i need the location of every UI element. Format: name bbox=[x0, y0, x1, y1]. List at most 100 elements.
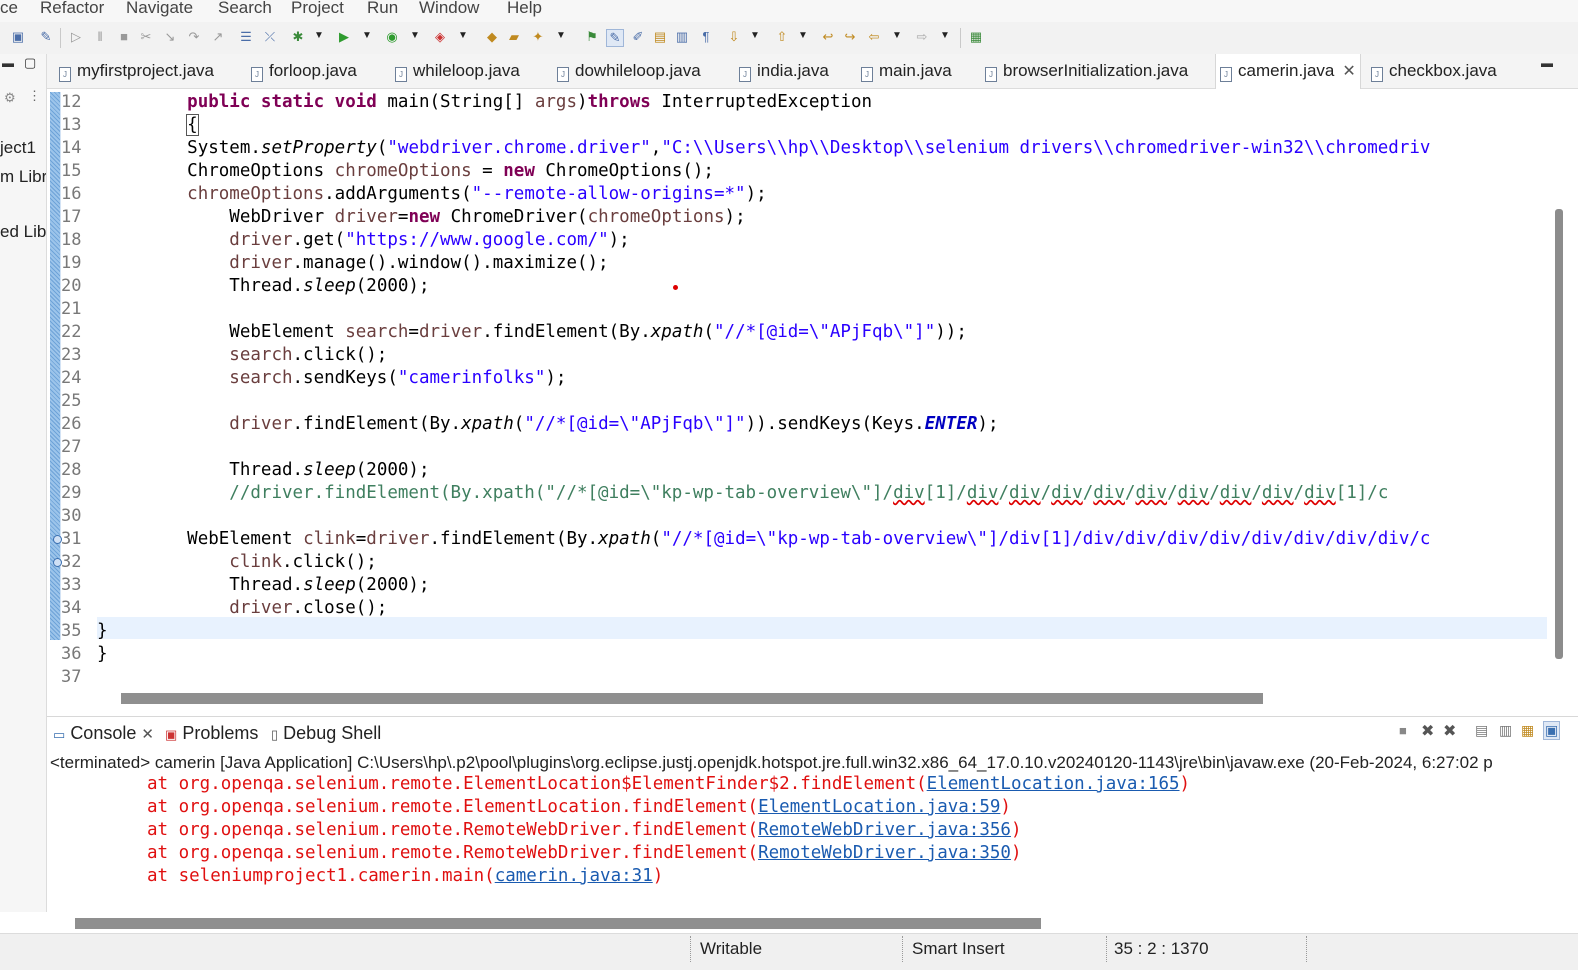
terminate-icon[interactable]: ■ bbox=[116, 29, 132, 45]
menu-project[interactable]: Project bbox=[291, 0, 344, 18]
open-folder-icon[interactable]: ▰ bbox=[506, 29, 522, 45]
terminate-icon[interactable]: ■ bbox=[1399, 723, 1407, 738]
menu-help[interactable]: Help bbox=[507, 0, 542, 18]
view-menu-icon[interactable]: ⋮ bbox=[28, 88, 41, 104]
save-icon[interactable]: ▣ bbox=[10, 29, 26, 45]
code-line-19[interactable]: driver.manage().window().maximize(); bbox=[145, 252, 608, 275]
skip-breakpoints-icon[interactable]: ⤫ bbox=[262, 29, 278, 45]
block-selection-icon[interactable]: ▤ bbox=[652, 29, 668, 45]
horizontal-scrollbar[interactable] bbox=[121, 693, 1263, 704]
code-line-18[interactable]: driver.get("https://www.google.com/"); bbox=[145, 229, 629, 252]
step-into-icon[interactable]: ↘ bbox=[162, 29, 178, 45]
open-perspective-icon[interactable]: ▦ bbox=[968, 29, 984, 45]
menu-run[interactable]: Run bbox=[367, 0, 398, 18]
run-icon[interactable]: ▶ bbox=[336, 29, 352, 45]
step-over-icon[interactable]: ↷ bbox=[186, 29, 202, 45]
tab-checkbox[interactable]: Jcheckbox.java bbox=[1367, 54, 1501, 88]
insert-mode-status[interactable]: Smart Insert bbox=[912, 939, 1005, 959]
code-line-24[interactable]: search.sendKeys("camerinfolks"); bbox=[145, 367, 566, 390]
word-wrap-icon[interactable]: ▦ bbox=[1521, 722, 1534, 739]
code-line-32[interactable]: clink.click(); bbox=[145, 551, 377, 574]
code-line-16[interactable]: chromeOptions.addArguments("--remote-all… bbox=[145, 183, 767, 206]
menu-search[interactable]: Search bbox=[218, 0, 272, 18]
code-line-12[interactable]: public static void main(String[] args)th… bbox=[145, 91, 872, 114]
clear-console-icon[interactable]: ▤ bbox=[1475, 722, 1488, 739]
code-line-26[interactable]: driver.findElement(By.xpath("//*[@id=\"A… bbox=[145, 413, 998, 436]
back-dropdown-icon[interactable]: ▼ bbox=[892, 30, 902, 41]
tab-problems[interactable]: ▣ Problems bbox=[165, 723, 258, 744]
previous-annotation-icon[interactable]: ⇧ bbox=[774, 29, 790, 45]
tab-browserinitialization[interactable]: JbrowserInitialization.java bbox=[981, 54, 1192, 88]
list-icon[interactable]: ☰ bbox=[238, 29, 254, 45]
step-return-icon[interactable]: ↗ bbox=[210, 29, 226, 45]
source-link[interactable]: RemoteWebDriver.java:350 bbox=[758, 843, 1011, 863]
menu-source[interactable]: ce bbox=[0, 0, 18, 18]
external-dropdown-icon[interactable]: ▼ bbox=[458, 30, 468, 41]
tree-item-project[interactable]: ject1 bbox=[0, 138, 36, 158]
code-line-31[interactable]: WebElement clink=driver.findElement(By.x… bbox=[145, 528, 1430, 551]
menu-navigate[interactable]: Navigate bbox=[126, 0, 193, 18]
remove-all-icon[interactable]: ✖ bbox=[1443, 721, 1456, 741]
tab-main[interactable]: Jmain.java bbox=[857, 54, 956, 88]
source-link[interactable]: RemoteWebDriver.java:356 bbox=[758, 820, 1011, 840]
code-line-35[interactable]: } bbox=[97, 620, 108, 643]
code-line-34[interactable]: driver.close(); bbox=[145, 597, 387, 620]
disconnect-icon[interactable]: ✂ bbox=[138, 29, 154, 45]
tab-whileloop[interactable]: Jwhileloop.java bbox=[391, 54, 524, 88]
open-type-icon[interactable]: ⚑ bbox=[584, 29, 600, 45]
source-link[interactable]: ElementLocation.java:165 bbox=[927, 774, 1180, 794]
close-tab-icon[interactable]: ✕ bbox=[1342, 63, 1355, 80]
tab-myfirstproject[interactable]: Jmyfirstproject.java bbox=[55, 54, 218, 88]
tree-item-referenced-libraries[interactable]: ed Libr bbox=[0, 222, 46, 242]
previous-annotation-dropdown-icon[interactable]: ▼ bbox=[798, 30, 808, 41]
minimize-icon[interactable]: ▬ bbox=[2, 56, 14, 70]
word-wrap-icon[interactable]: ▥ bbox=[674, 29, 690, 45]
menu-refactor[interactable]: Refactor bbox=[40, 0, 104, 18]
new-class-icon[interactable]: ✦ bbox=[530, 29, 546, 45]
remove-launch-icon[interactable]: ✖ bbox=[1421, 721, 1434, 741]
next-annotation-icon[interactable]: ⇩ bbox=[726, 29, 742, 45]
tab-forloop[interactable]: Jforloop.java bbox=[247, 54, 361, 88]
source-link[interactable]: ElementLocation.java:59 bbox=[758, 797, 1000, 817]
show-whitespace-icon[interactable]: ¶ bbox=[698, 29, 714, 45]
source-link[interactable]: camerin.java:31 bbox=[495, 866, 653, 886]
code-editor[interactable]: 12 13 14 15 16 17 18 19 20 21 22 23 24 25 26 27 28 29 30 31… bbox=[47, 89, 1578, 711]
code-line-14[interactable]: System.setProperty("webdriver.chrome.dri… bbox=[145, 137, 1430, 160]
code-line-28[interactable]: Thread.sleep(2000); bbox=[145, 459, 429, 482]
resume-icon[interactable]: ▷ bbox=[68, 29, 84, 45]
console-horizontal-scrollbar[interactable] bbox=[75, 918, 1041, 929]
coverage-icon[interactable]: ◉ bbox=[384, 29, 400, 45]
pin-console-icon[interactable]: ▣ bbox=[1543, 721, 1561, 740]
close-tab-icon[interactable]: ✕ bbox=[141, 726, 154, 743]
mark-occurrences-icon[interactable]: ✎ bbox=[606, 29, 624, 47]
code-line-23[interactable]: search.click(); bbox=[145, 344, 387, 367]
menu-window[interactable]: Window bbox=[419, 0, 479, 18]
code-line-36[interactable]: } bbox=[97, 643, 108, 666]
toggle-highlight-icon[interactable]: ✐ bbox=[630, 29, 646, 45]
suspend-icon[interactable]: ‖ bbox=[92, 29, 108, 45]
minimize-editor-icon[interactable]: ▬ bbox=[1541, 56, 1553, 70]
tab-camerin[interactable]: Jcamerin.java ✕ bbox=[1215, 54, 1361, 89]
last-edit-icon[interactable]: ↩ bbox=[820, 29, 836, 45]
code-line-33[interactable]: Thread.sleep(2000); bbox=[145, 574, 429, 597]
tree-item-jre-library[interactable]: m Libr bbox=[0, 167, 46, 187]
run-dropdown-icon[interactable]: ▼ bbox=[362, 30, 372, 41]
new-package-icon[interactable]: ◆ bbox=[484, 29, 500, 45]
forward-edit-icon[interactable]: ↪ bbox=[842, 29, 858, 45]
debug-dropdown-icon[interactable]: ▼ bbox=[314, 30, 324, 41]
code-line-22[interactable]: WebElement search=driver.findElement(By.… bbox=[145, 321, 967, 344]
vertical-scrollbar[interactable] bbox=[1555, 209, 1563, 659]
new-dropdown-icon[interactable]: ▼ bbox=[556, 30, 566, 41]
next-annotation-dropdown-icon[interactable]: ▼ bbox=[750, 30, 760, 41]
code-line-17[interactable]: WebDriver driver=new ChromeDriver(chrome… bbox=[145, 206, 745, 229]
code-line-29[interactable]: //driver.findElement(By.xpath("//*[@id=\… bbox=[145, 482, 1388, 505]
external-tools-icon[interactable]: ◈ bbox=[432, 29, 448, 45]
code-line-20[interactable]: Thread.sleep(2000); bbox=[145, 275, 429, 298]
code-line-13[interactable]: { bbox=[145, 114, 199, 137]
debug-icon[interactable]: ✱ bbox=[290, 29, 306, 45]
tab-india[interactable]: Jindia.java bbox=[735, 54, 833, 88]
tab-console[interactable]: ▭ Console ✕ bbox=[53, 723, 154, 744]
maximize-icon[interactable]: ▢ bbox=[24, 55, 36, 71]
code-line-15[interactable]: ChromeOptions chromeOptions = new Chrome… bbox=[145, 160, 714, 183]
tab-dowhileloop[interactable]: Jdowhileloop.java bbox=[553, 54, 705, 88]
